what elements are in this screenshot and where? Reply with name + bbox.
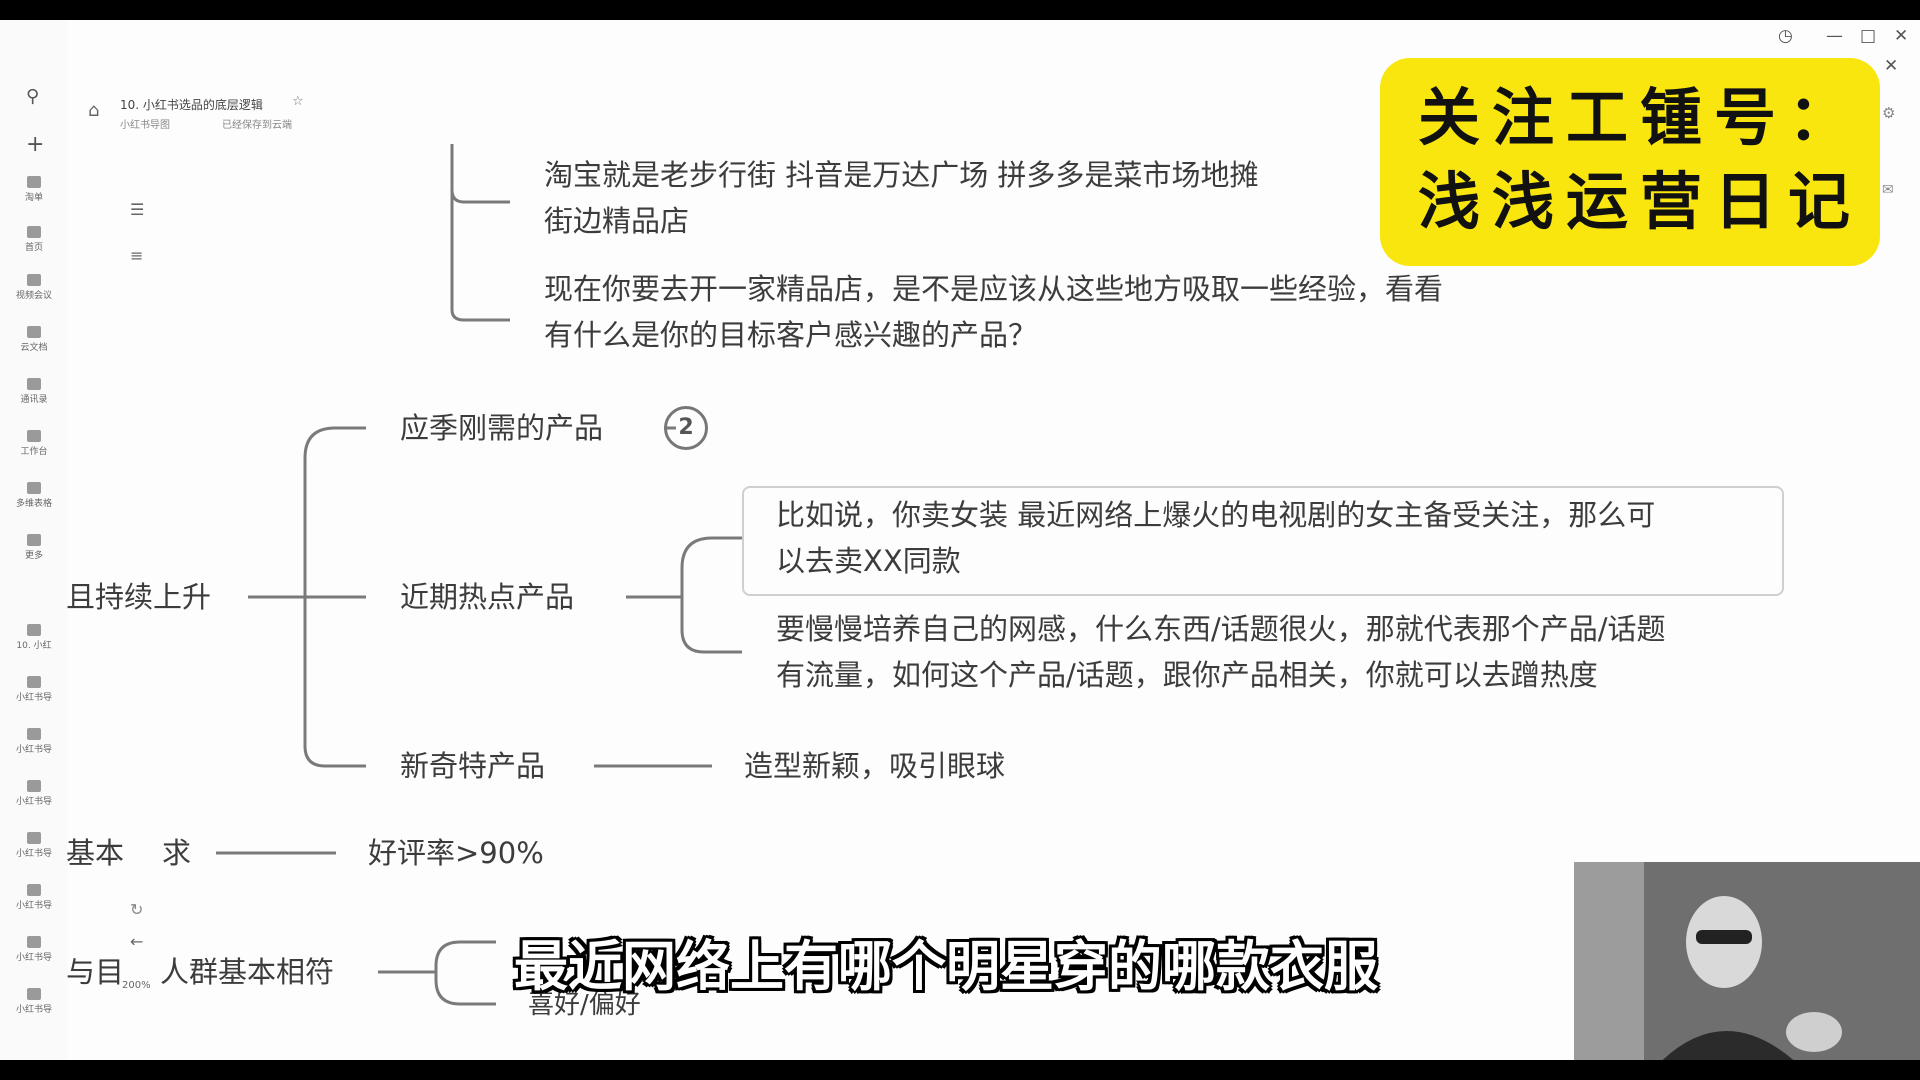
mindmap-node-seasonal[interactable]: 应季刚需的产品: [400, 405, 603, 451]
mindmap-node-rising[interactable]: 且持续上升: [66, 574, 211, 620]
mindmap-node-hot[interactable]: 近期热点产品: [400, 574, 574, 620]
app-screen: ◷ — □ ✕ ✕ ⚲ + 淘单 首页 视频会议 云文档 通讯录 工作台 多维表格 更多 10.…: [0, 20, 1920, 1060]
mindmap-node-hot-detail2-line2[interactable]: 有流量，如何这个产品/话题，跟你产品相关，你就可以去蹭热度: [776, 652, 1598, 698]
mindmap-node-top-line1[interactable]: 淘宝就是老步行街 抖音是万达广场 拼多多是菜市场地摊: [544, 152, 1258, 198]
mindmap-node-novel[interactable]: 新奇特产品: [400, 743, 545, 789]
mindmap-node-hot-detail2-line1[interactable]: 要慢慢培养自己的网感，什么东西/话题很火，那就代表那个产品/话题: [776, 606, 1666, 652]
mindmap-node-novel-detail[interactable]: 造型新颖，吸引眼球: [744, 743, 1005, 789]
banner-line1: 关注工锺号：: [1418, 81, 1863, 154]
mindmap-node-hot-detail1-line1[interactable]: 比如说，你卖女装 最近网络上爆火的电视剧的女主备受关注，那么可: [776, 492, 1655, 538]
promo-banner: 关注工锺号： 浅浅运营日记: [1380, 58, 1880, 266]
presenter-image: [1574, 862, 1920, 1060]
mindmap-node-basic[interactable]: 基本: [66, 830, 124, 876]
mindmap-node-top-line4[interactable]: 有什么是你的目标客户感兴趣的产品？: [544, 312, 1037, 358]
mindmap-node-crowd[interactable]: 人群基本相符: [160, 949, 334, 995]
mindmap-node-hot-detail1-line2[interactable]: 以去卖XX同款: [776, 538, 961, 584]
video-subtitle: 最近网络上有哪个明星穿的哪款衣服: [514, 935, 1378, 998]
mindmap-node-basic-detail[interactable]: 好评率>90%: [368, 830, 544, 876]
mindmap-node-top-line3[interactable]: 现在你要去开一家精品店，是不是应该从这些地方吸取一些经验，看看: [544, 266, 1443, 312]
banner-line2: 浅浅运营日记: [1418, 165, 1863, 238]
webcam-overlay: [1574, 862, 1920, 1060]
mindmap-node-crowd-left[interactable]: 与目: [66, 949, 124, 995]
mindmap-node-basic-tail[interactable]: 求: [162, 830, 191, 876]
collapsed-count-badge[interactable]: 2: [664, 406, 708, 450]
mindmap-node-top-line2[interactable]: 街边精品店: [544, 198, 689, 244]
